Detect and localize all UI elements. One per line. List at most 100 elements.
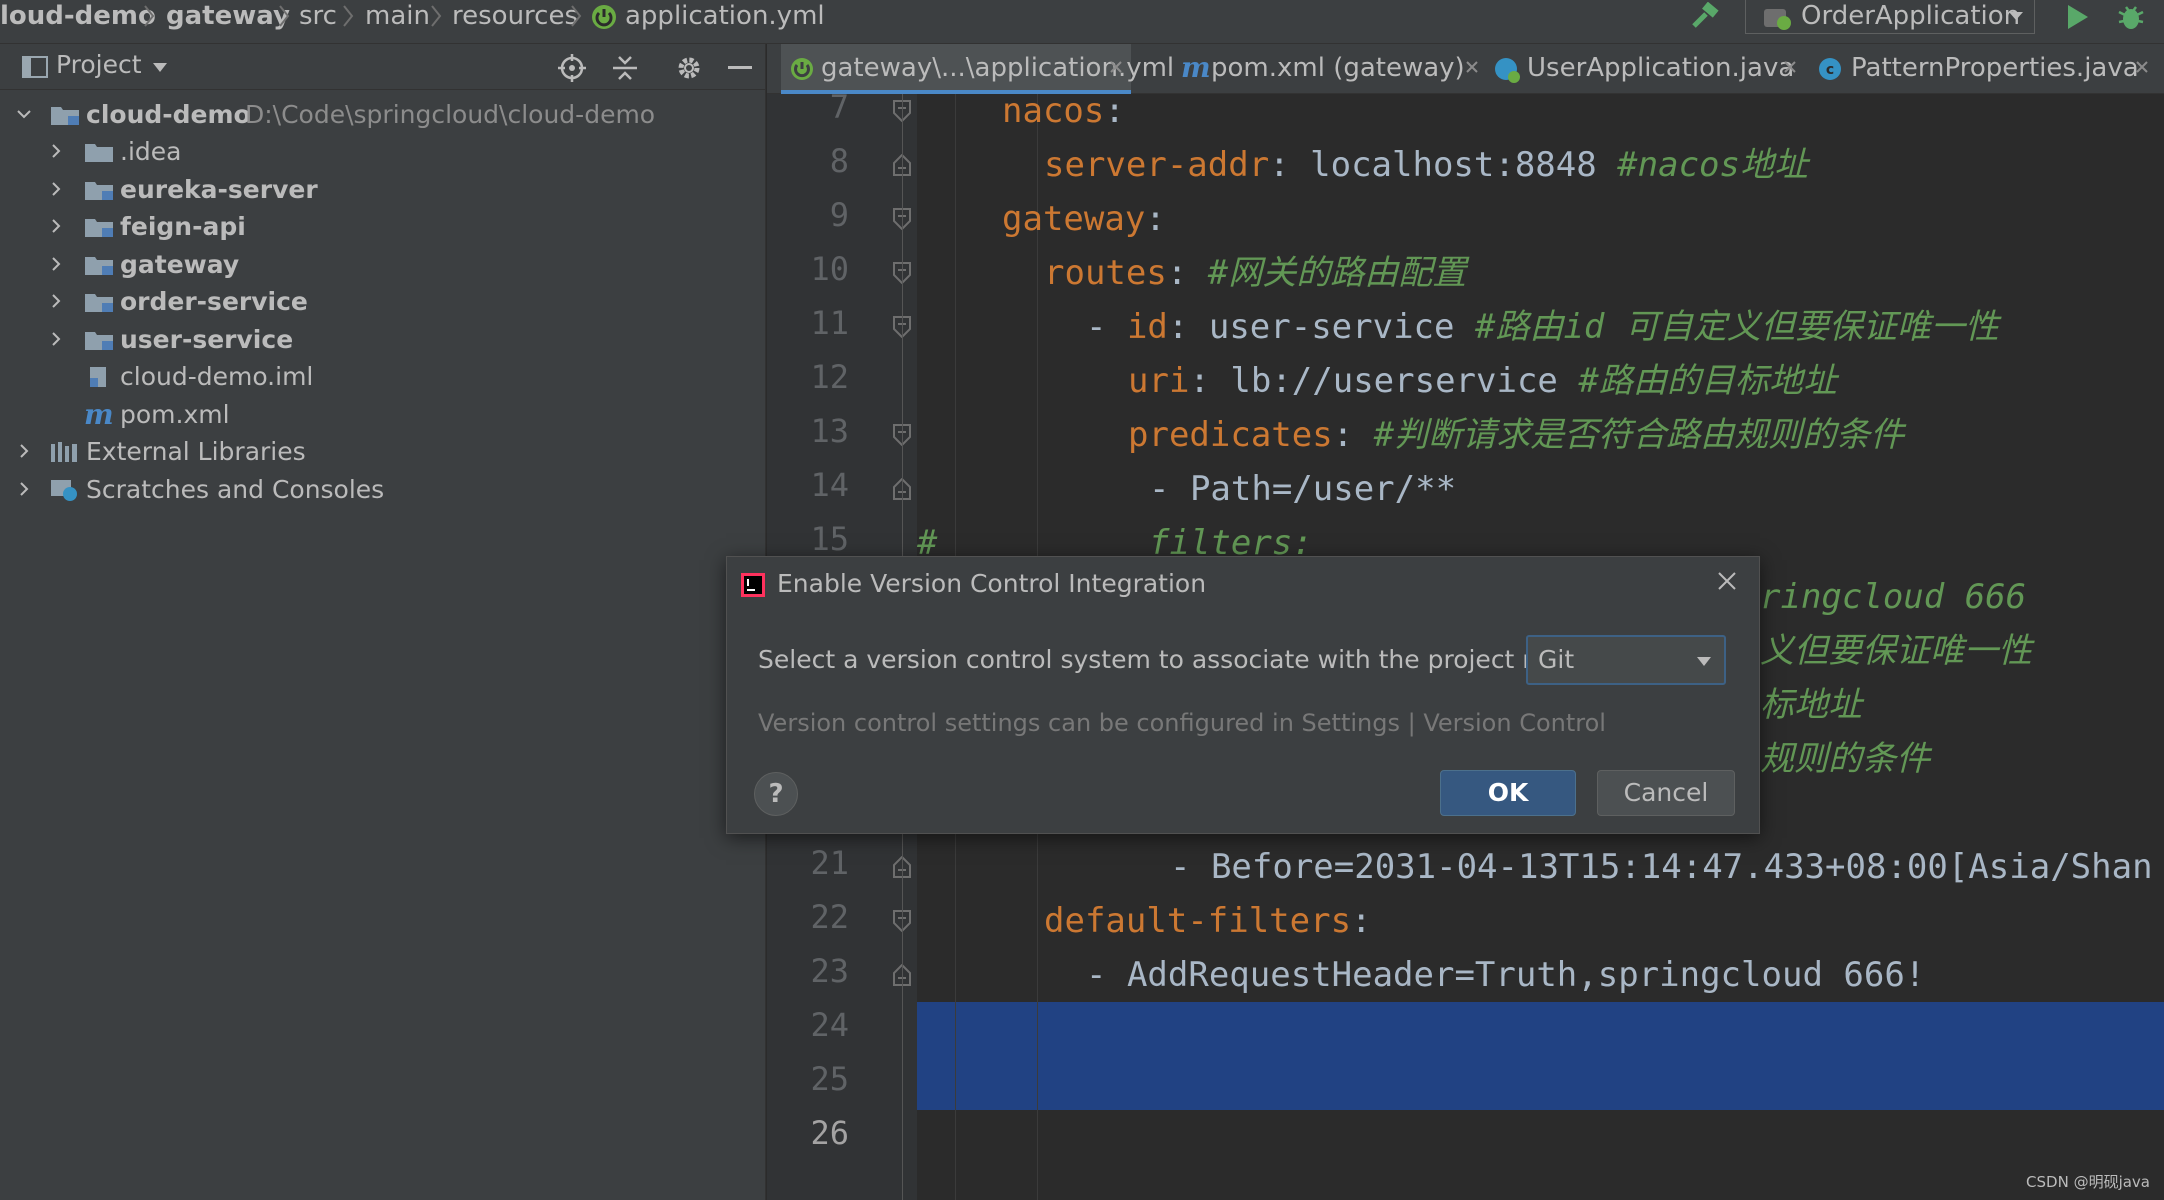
editor-tab-bar: gateway\...\application.yml m pom.xml (g… — [767, 44, 2164, 94]
line-number: 22 — [810, 898, 849, 936]
project-panel-title[interactable]: Project — [56, 50, 142, 79]
vcs-select[interactable]: Git — [1526, 635, 1726, 685]
tree-item-label: gateway — [120, 250, 240, 279]
chevron-right-icon[interactable] — [48, 143, 64, 159]
scratches-icon — [51, 480, 77, 501]
minimize-icon[interactable] — [728, 66, 752, 70]
chevron-right-icon[interactable] — [48, 293, 64, 309]
help-button[interactable]: ? — [754, 772, 798, 816]
ok-button[interactable]: OK — [1440, 770, 1576, 816]
tree-item-cloud-demo-iml[interactable]: cloud-demo.iml — [0, 358, 766, 395]
build-hammer-icon[interactable] — [1690, 2, 1720, 32]
code-line-13: predicates: #判断请求是否符合路由规则的条件 — [1128, 415, 1905, 455]
close-icon[interactable] — [1465, 60, 1479, 74]
tree-item-label: pom.xml — [120, 400, 230, 429]
tree-item-eureka-server[interactable]: eureka-server — [0, 171, 766, 208]
line-number: 26 — [810, 1114, 849, 1152]
line-number: 12 — [810, 358, 849, 396]
tab-label: PatternProperties.java — [1851, 53, 2139, 83]
code-line-7: nacos: — [1002, 94, 1125, 131]
tree-item-external-libraries[interactable]: External Libraries — [0, 433, 766, 470]
close-icon[interactable] — [1109, 60, 1123, 74]
chevron-down-icon[interactable] — [16, 106, 32, 122]
chevron-right-icon[interactable] — [48, 181, 64, 197]
locate-file-icon[interactable] — [558, 54, 586, 82]
code-line-17-peek: 义但要保证唯一性 — [1760, 631, 2032, 671]
code-line-14: - Path=/user/** — [1149, 469, 1457, 509]
breadcrumb-resources[interactable]: resources — [452, 0, 578, 36]
chevron-right-icon[interactable] — [48, 218, 64, 234]
chevron-right-icon[interactable] — [48, 256, 64, 272]
tree-item-user-service[interactable]: user-service — [0, 321, 766, 358]
maven-icon: m — [1181, 51, 1211, 84]
library-icon — [51, 442, 77, 462]
tab-pattern-properties[interactable]: c PatternProperties.java — [1817, 44, 2162, 94]
class-icon: c — [1819, 58, 1841, 80]
tree-item-feign-api[interactable]: feign-api — [0, 208, 766, 245]
line-number: 24 — [810, 1006, 849, 1044]
module-folder-icon — [51, 107, 79, 125]
run-configuration-select[interactable]: OrderApplication — [1745, 0, 2035, 34]
chevron-down-icon — [2009, 12, 2023, 20]
dialog-title: Enable Version Control Integration — [777, 569, 1207, 598]
tree-item-label: Scratches and Consoles — [86, 475, 385, 504]
tree-root-cloud-demo[interactable]: cloud-demo D:\Code\springcloud\cloud-dem… — [0, 96, 766, 133]
tree-item-label: External Libraries — [86, 437, 306, 466]
tree-item-gateway[interactable]: gateway — [0, 246, 766, 283]
breadcrumb-main[interactable]: main — [365, 0, 430, 36]
project-panel-header: Project — [0, 44, 766, 90]
tree-item-label: feign-api — [120, 212, 246, 241]
close-icon[interactable] — [1783, 60, 1797, 74]
cancel-button[interactable]: Cancel — [1597, 770, 1735, 816]
tab-pom-xml[interactable]: m pom.xml (gateway) — [1181, 44, 1501, 94]
close-icon[interactable] — [2135, 60, 2149, 74]
chevron-right-icon — [279, 5, 290, 27]
chevron-right-icon — [343, 5, 354, 27]
run-icon[interactable] — [2064, 3, 2090, 31]
line-number: 14 — [810, 466, 849, 504]
tree-item-label: .idea — [120, 137, 182, 166]
module-folder-icon — [85, 257, 113, 275]
vcs-settings-hint: Version control settings can be configur… — [758, 709, 1606, 737]
chevron-right-icon[interactable] — [48, 331, 64, 347]
line-number: 13 — [810, 412, 849, 450]
chevron-down-icon[interactable] — [152, 62, 168, 73]
module-folder-icon — [85, 332, 113, 350]
tab-user-application[interactable]: UserApplication.java — [1493, 44, 1828, 94]
run-config-label: OrderApplication — [1801, 1, 2021, 31]
spring-class-icon — [1495, 58, 1520, 83]
tree-root-path: D:\Code\springcloud\cloud-demo — [245, 100, 656, 129]
line-number: 9 — [829, 196, 849, 234]
collapse-all-icon[interactable] — [612, 54, 638, 82]
code-line-12: uri: lb://userservice #路由的目标地址 — [1128, 361, 1837, 401]
tab-application-yml[interactable]: gateway\...\application.yml — [781, 44, 1174, 94]
breadcrumb-src[interactable]: src — [299, 0, 337, 36]
vcs-select-value: Git — [1538, 645, 1575, 674]
breadcrumb-file[interactable]: application.yml — [625, 0, 825, 36]
tree-item-label: order-service — [120, 287, 308, 316]
tree-item-pom-xml[interactable]: m pom.xml — [0, 396, 766, 433]
tree-item-scratches[interactable]: Scratches and Consoles — [0, 471, 766, 508]
gear-icon[interactable] — [675, 54, 703, 82]
tree-item-label: eureka-server — [120, 175, 318, 204]
breadcrumb-module[interactable]: gateway — [166, 0, 290, 36]
chevron-right-icon[interactable] — [16, 443, 32, 459]
tree-item-idea[interactable]: .idea — [0, 133, 766, 170]
tree-item-order-service[interactable]: order-service — [0, 283, 766, 320]
folder-icon — [85, 144, 113, 162]
code-line-18-peek: 标地址 — [1760, 685, 1862, 725]
svg-text:c: c — [1826, 62, 1834, 78]
debug-icon[interactable] — [2116, 2, 2146, 32]
navigation-bar: loud-demo gateway src main resources app… — [0, 0, 2164, 44]
tree-root-label: cloud-demo — [86, 100, 251, 129]
chevron-right-icon[interactable] — [16, 481, 32, 497]
line-number: 8 — [829, 142, 849, 180]
breadcrumb-project[interactable]: loud-demo — [0, 0, 156, 36]
close-icon[interactable] — [1717, 571, 1737, 591]
line-number: 15 — [810, 520, 849, 558]
project-view-icon — [22, 56, 48, 78]
intellij-logo-icon — [741, 573, 765, 597]
code-line-8: server-addr: localhost:8848 #nacos地址 — [1044, 145, 1808, 185]
tab-label: UserApplication.java — [1527, 53, 1795, 83]
spring-file-icon — [592, 5, 616, 29]
